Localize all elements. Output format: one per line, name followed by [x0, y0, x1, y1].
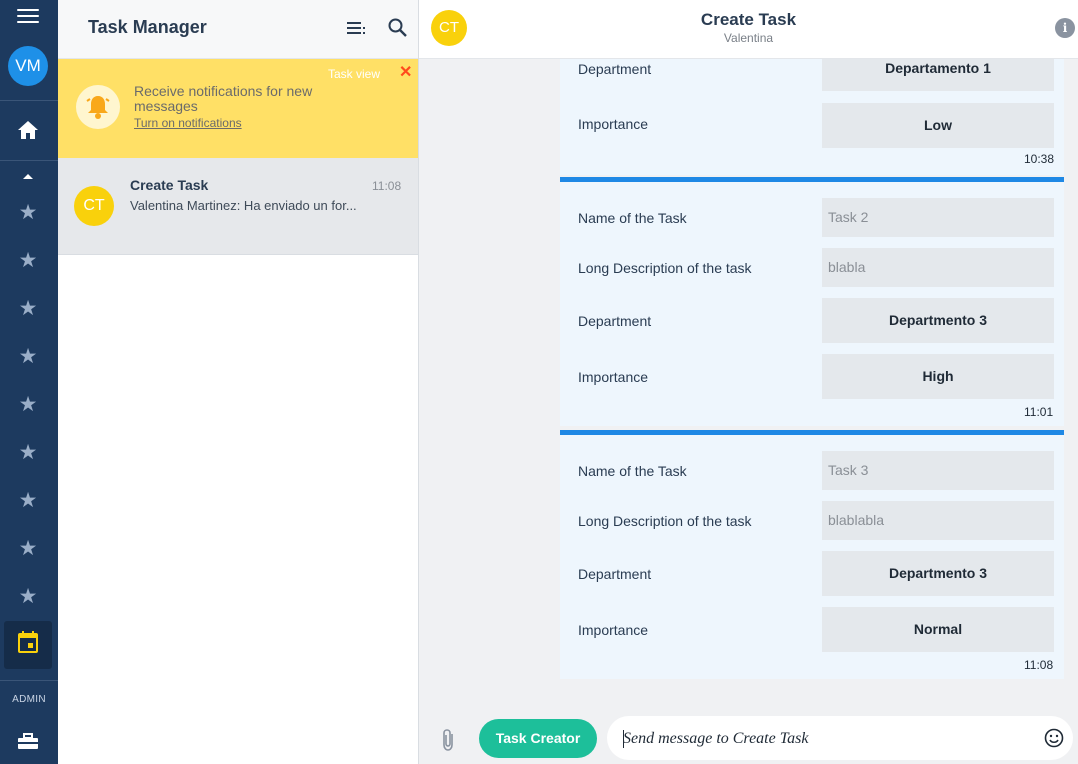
rail-divider [0, 160, 58, 161]
turn-on-notifications-link[interactable]: Turn on notifications [134, 116, 242, 130]
importance-label: Importance [578, 116, 649, 132]
app-root: VM ★ ★ ★ ★ ★ ★ ★ ★ ★ ADMIN Task Manager … [0, 0, 1078, 764]
description-label: Long Description of the task [578, 513, 752, 529]
admin-label: ADMIN [12, 694, 46, 705]
chat-preview: Valentina Martinez: Ha enviado un for... [130, 198, 357, 213]
importance-label: Importance [578, 622, 649, 638]
task-creator-button[interactable]: Task Creator [479, 719, 597, 758]
close-icon[interactable]: ✕ [399, 62, 412, 82]
user-avatar[interactable]: VM [8, 46, 48, 86]
hamburger-menu-icon[interactable] [17, 9, 39, 25]
star-icon[interactable]: ★ [18, 346, 38, 367]
filter-list-icon[interactable] [347, 20, 367, 36]
message-time: 11:01 [1024, 405, 1054, 419]
star-icon[interactable]: ★ [18, 538, 38, 559]
star-icon[interactable]: ★ [18, 298, 38, 319]
star-icon[interactable]: ★ [18, 250, 38, 271]
search-icon[interactable] [388, 18, 407, 37]
chat-avatar: CT [74, 186, 114, 226]
rail-divider [0, 100, 58, 101]
star-icon[interactable]: ★ [18, 202, 38, 223]
task-view-badge[interactable]: Task view [328, 67, 380, 81]
home-icon[interactable] [17, 119, 39, 141]
department-select[interactable]: Departmento 3 [822, 551, 1054, 596]
task-name-label: Name of the Task [578, 463, 687, 479]
description-field[interactable]: blabla [822, 248, 1054, 287]
task-name-field[interactable]: Task 3 [822, 451, 1054, 490]
message-time: 10:38 [1024, 152, 1055, 166]
message-input[interactable]: Send message to Create Task [607, 716, 1073, 760]
chat-title: Create Task [700, 10, 797, 29]
bell-icon [86, 96, 110, 119]
department-label: Department [578, 313, 652, 329]
chat-list-item[interactable]: CT Create Task 11:08 Valentina Martinez:… [58, 158, 418, 255]
bell-icon-circle [76, 85, 120, 129]
message-time: 11:08 [1024, 658, 1054, 672]
chat-list-panel: Task Manager Receive notifications for n… [58, 0, 419, 764]
message-composer: Task Creator Send message to Create Task [419, 704, 1078, 764]
importance-label: Importance [578, 369, 649, 385]
department-label: Department [578, 566, 652, 582]
star-icon[interactable]: ★ [18, 394, 38, 415]
chat-name: Create Task [130, 177, 209, 193]
chat-main: CT Create Task Valentina i Department De… [419, 0, 1078, 764]
star-icon[interactable]: ★ [18, 442, 38, 463]
info-icon[interactable]: i [1055, 18, 1075, 38]
task-form-message: Name of the Task Task 2 Long Description… [560, 177, 1064, 426]
left-rail: VM ★ ★ ★ ★ ★ ★ ★ ★ ★ ADMIN [0, 0, 58, 764]
task-name-field[interactable]: Task 2 [822, 198, 1054, 237]
chat-time: 11:08 [372, 179, 402, 193]
description-label: Long Description of the task [578, 260, 752, 276]
toolbox-icon[interactable] [17, 732, 39, 750]
rail-divider [0, 680, 58, 681]
chat-header: CT Create Task Valentina i [419, 0, 1078, 59]
task-form-message: Department Departamento 1 Importance Low… [560, 59, 1064, 175]
department-select[interactable]: Departamento 1 [822, 59, 1054, 91]
notification-banner: Receive notifications for new messages T… [58, 59, 418, 158]
star-icon[interactable]: ★ [18, 490, 38, 511]
department-select[interactable]: Departmento 3 [822, 298, 1054, 343]
description-field[interactable]: blablabla [822, 501, 1054, 540]
star-icon[interactable]: ★ [18, 586, 38, 607]
message-accent-bar [560, 430, 1064, 435]
task-form-message: Name of the Task Task 3 Long Description… [560, 430, 1064, 679]
emoji-icon[interactable] [1044, 728, 1064, 748]
paperclip-icon[interactable] [441, 728, 457, 752]
message-accent-bar [560, 177, 1064, 182]
task-name-label: Name of the Task [578, 210, 687, 226]
chat-subtitle: Valentina [723, 31, 774, 45]
notification-message: Receive notifications for new messages [134, 83, 313, 114]
collapse-caret-icon[interactable] [23, 174, 33, 179]
importance-select[interactable]: Low [822, 103, 1054, 148]
chat-list-header: Task Manager [58, 0, 418, 59]
message-area: Department Departamento 1 Importance Low… [419, 59, 1078, 704]
importance-select[interactable]: Normal [822, 607, 1054, 652]
app-title: Task Manager [88, 17, 207, 37]
calendar-icon [18, 631, 38, 653]
calendar-item[interactable] [4, 621, 52, 669]
department-label: Department [578, 61, 652, 77]
importance-select[interactable]: High [822, 354, 1054, 399]
message-placeholder: Send message to Create Task [623, 730, 809, 747]
